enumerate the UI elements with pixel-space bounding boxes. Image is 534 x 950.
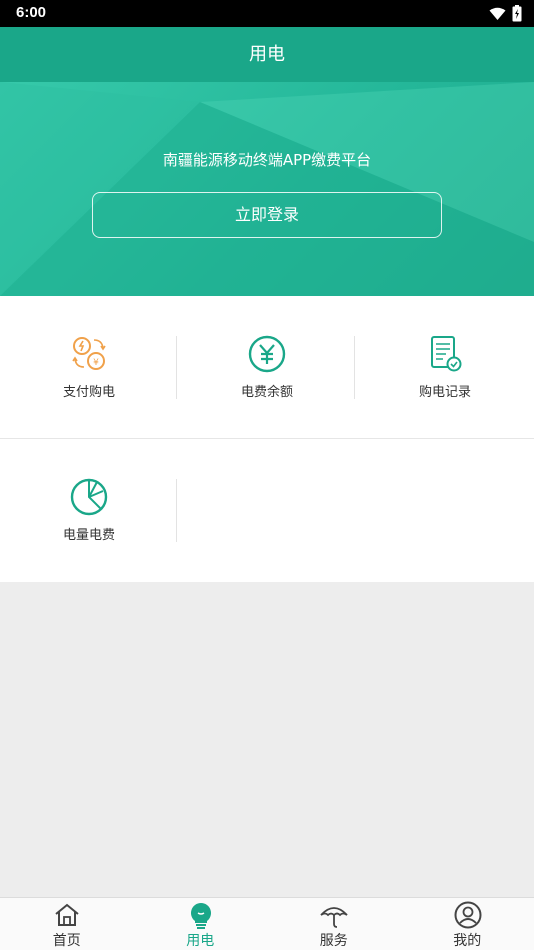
tab-label: 用电 (186, 933, 215, 949)
wifi-icon (489, 7, 506, 20)
record-icon (431, 336, 462, 372)
grid-row: ¥ 支付购电 电费余额 购电记录 (0, 296, 534, 439)
svg-text:¥: ¥ (93, 358, 99, 368)
tab-power[interactable]: 用电 (134, 898, 268, 950)
yen-icon (248, 335, 286, 373)
grid-item-records[interactable]: 购电记录 (356, 296, 534, 439)
divider (176, 479, 177, 542)
home-icon (55, 903, 79, 926)
banner-decoration (0, 82, 534, 296)
login-button[interactable]: 立即登录 (92, 192, 442, 238)
grid-item-label: 电费余额 (240, 385, 293, 400)
app-bar: 用电 (0, 27, 534, 82)
banner: 南疆能源移动终端APP缴费平台 立即登录 (0, 82, 534, 296)
divider (354, 336, 355, 399)
tab-label: 我的 (453, 933, 482, 949)
status-icons (489, 5, 522, 22)
status-bar: 6:00 (0, 0, 534, 27)
grid-item-pay[interactable]: ¥ 支付购电 (0, 296, 178, 439)
battery-icon (512, 5, 522, 22)
user-icon (454, 901, 481, 929)
page-title: 用电 (249, 44, 285, 65)
grid-item-usage[interactable]: 电量电费 (0, 439, 178, 582)
umbrella-icon (320, 907, 348, 928)
banner-subtitle: 南疆能源移动终端APP缴费平台 (162, 151, 372, 169)
pie-chart-icon (70, 478, 108, 516)
grid-item-label: 支付购电 (62, 385, 115, 400)
grid-item-label: 购电记录 (418, 385, 471, 400)
grid-item-balance[interactable]: 电费余额 (178, 296, 356, 439)
tab-label: 服务 (319, 933, 348, 949)
bottom-tab-bar: 首页 用电 服务 我的 (0, 897, 534, 950)
bulb-icon (190, 903, 211, 929)
tab-mine[interactable]: 我的 (401, 898, 534, 950)
divider (176, 336, 177, 399)
tab-label: 首页 (52, 933, 81, 949)
status-time: 6:00 (16, 4, 47, 21)
grid-item-label: 电量电费 (62, 528, 115, 543)
tab-home[interactable]: 首页 (0, 898, 134, 950)
function-grid: ¥ 支付购电 电费余额 购电记录 电量电费 (0, 296, 534, 582)
tab-service[interactable]: 服务 (267, 898, 401, 950)
exchange-icon: ¥ (72, 337, 106, 370)
grid-row: 电量电费 (0, 439, 534, 582)
